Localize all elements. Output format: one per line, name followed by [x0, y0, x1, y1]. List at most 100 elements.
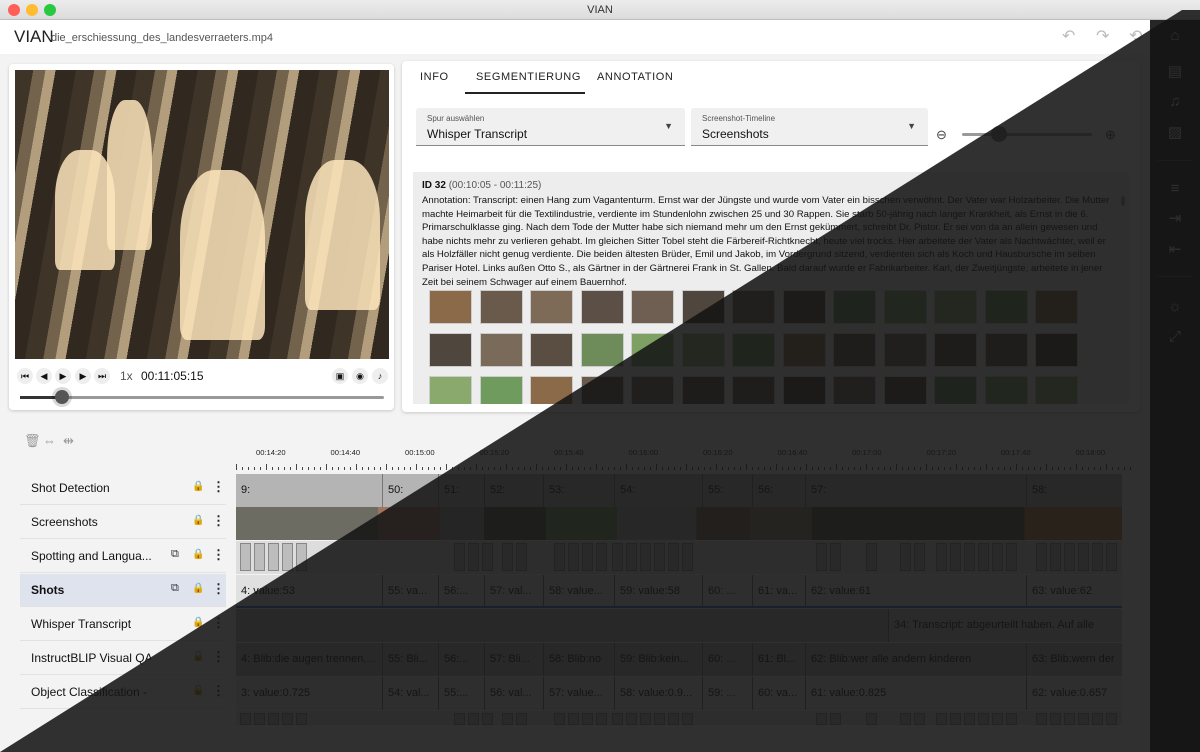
screenshot-thumbnail[interactable]: [681, 333, 725, 367]
segment[interactable]: 63: Blib:wern der: [1026, 643, 1122, 676]
spot-segment[interactable]: [978, 713, 989, 725]
spot-segment[interactable]: [682, 543, 693, 571]
pip-icon[interactable]: ▣: [332, 368, 348, 384]
screenshot-thumbnail[interactable]: [429, 333, 472, 367]
screenshot-thumbnail[interactable]: [429, 376, 472, 404]
spot-segment[interactable]: [978, 543, 989, 571]
segment[interactable]: 4: value:53: [236, 575, 382, 606]
more-menu-icon[interactable]: ⋮: [212, 581, 225, 597]
spotting-lane[interactable]: [236, 541, 1122, 574]
screenshot-thumbnail[interactable]: [984, 333, 1028, 367]
more-menu-icon[interactable]: ⋮: [212, 547, 225, 563]
segment[interactable]: 53:: [543, 474, 614, 507]
spot-segment[interactable]: [468, 543, 479, 571]
segment[interactable]: 50:: [382, 474, 438, 507]
volume-icon[interactable]: ♪: [372, 368, 388, 384]
screenshot-thumbnail[interactable]: [732, 333, 775, 367]
screenshot-thumbnail[interactable]: [732, 290, 775, 324]
spot-segment[interactable]: [554, 543, 565, 571]
export-icon[interactable]: ⇤: [1163, 238, 1187, 262]
spot-segment[interactable]: [296, 713, 307, 725]
segment[interactable]: 57:: [805, 474, 1026, 507]
zoom-in-icon[interactable]: ⊕: [1105, 127, 1116, 143]
segment[interactable]: 60: va...: [752, 677, 805, 710]
segment[interactable]: 60: ...: [702, 643, 752, 676]
step-back-icon[interactable]: ◀: [36, 368, 52, 384]
zoom-out-icon[interactable]: ⊖: [936, 127, 947, 143]
spot-segment[interactable]: [668, 543, 679, 571]
more-menu-icon[interactable]: ⋮: [212, 649, 225, 665]
spot-segment[interactable]: [640, 713, 651, 725]
screenshot-thumbnail[interactable]: [580, 333, 624, 367]
spot-segment[interactable]: [992, 543, 1003, 571]
seek-bar[interactable]: [20, 396, 384, 399]
spot-segment[interactable]: [454, 543, 465, 571]
segment[interactable]: 52:: [484, 474, 543, 507]
segment[interactable]: 59: value:58: [614, 575, 702, 606]
undo-icon[interactable]: ↶: [1062, 26, 1075, 46]
redo-icon[interactable]: ↷: [1096, 26, 1109, 46]
spot-segment[interactable]: [964, 543, 975, 571]
segment[interactable]: 61: Bl...: [752, 643, 805, 676]
screenshot-thumbnail[interactable]: [1035, 376, 1078, 404]
home-icon[interactable]: ⌂: [1163, 24, 1187, 48]
camera-icon[interactable]: ◉: [352, 368, 368, 384]
spot-segment[interactable]: [296, 543, 307, 571]
whisper-lane[interactable]: 34: Transcript: abgeurteilt haben. Auf a…: [236, 609, 1122, 642]
more-menu-icon[interactable]: ⋮: [212, 479, 225, 495]
track-header[interactable]: Object Classification - Te... 🔒 ⋮: [20, 676, 226, 709]
segment[interactable]: 59: ...: [702, 677, 752, 710]
brightness-icon[interactable]: ☼: [1163, 295, 1187, 319]
spot-segment[interactable]: [668, 713, 679, 725]
screenshot-thumbnail[interactable]: [883, 376, 927, 404]
lock-icon[interactable]: 🔒: [192, 617, 204, 628]
spot-segment[interactable]: [582, 713, 593, 725]
spot-segment[interactable]: [1006, 543, 1017, 571]
scrollbar[interactable]: [1121, 196, 1125, 206]
object-classification-lane[interactable]: 3: value:0.725 54: val... 55:... 56: val...…: [236, 677, 1122, 710]
spot-segment[interactable]: [900, 713, 911, 725]
lock-icon[interactable]: 🔒: [192, 685, 204, 696]
segment[interactable]: 60: ...: [702, 575, 752, 606]
spot-segment[interactable]: [866, 543, 877, 571]
more-menu-icon[interactable]: ⋮: [212, 683, 225, 699]
spot-segment[interactable]: [468, 713, 479, 725]
spot-segment[interactable]: [950, 543, 961, 571]
segment[interactable]: 61: va...: [752, 575, 805, 606]
screenshot-thumbnail[interactable]: [580, 376, 624, 404]
spot-segment[interactable]: [454, 713, 465, 725]
segment[interactable]: 56: val...: [484, 677, 543, 710]
segment[interactable]: 58: value...: [543, 575, 614, 606]
lock-icon[interactable]: 🔒: [192, 651, 204, 662]
close-window-button[interactable]: [8, 4, 20, 16]
more-menu-icon[interactable]: ⋮: [212, 615, 225, 631]
segment[interactable]: 34: Transcript: abgeurteilt haben. Auf a…: [888, 609, 1122, 642]
spot-segment[interactable]: [816, 713, 827, 725]
spot-segment[interactable]: [516, 713, 527, 725]
screenshot-thumbnail[interactable]: [833, 333, 876, 367]
screenshot-thumbnail[interactable]: [934, 333, 977, 367]
segment[interactable]: 58: value:0.9...: [614, 677, 702, 710]
track-select[interactable]: Spur auswählen Whisper Transcript ▼: [416, 108, 685, 146]
spot-segment[interactable]: [582, 543, 593, 571]
screenshot-thumbnail[interactable]: [883, 290, 927, 324]
lock-icon[interactable]: 🔒: [192, 549, 204, 560]
screenshot-thumbnail[interactable]: [833, 290, 876, 324]
spot-segment[interactable]: [914, 713, 925, 725]
spot-segment[interactable]: [866, 713, 877, 725]
extra-lane[interactable]: [236, 711, 1122, 725]
segment[interactable]: 55:...: [438, 677, 484, 710]
spot-segment[interactable]: [282, 713, 293, 725]
segment[interactable]: 61: value:0.825: [805, 677, 1026, 710]
segment[interactable]: 56:...: [438, 643, 484, 676]
spot-segment[interactable]: [640, 543, 651, 571]
screenshot-thumbnail[interactable]: [479, 376, 523, 404]
screenshot-thumbnail[interactable]: [681, 376, 725, 404]
spot-segment[interactable]: [1106, 543, 1117, 571]
screenshot-thumbnail[interactable]: [631, 290, 674, 324]
segment[interactable]: 56:: [752, 474, 805, 507]
segment[interactable]: 55: Bli...: [382, 643, 438, 676]
screenshot-thumbnail[interactable]: [782, 290, 826, 324]
screenshot-thumbnail[interactable]: [631, 376, 674, 404]
collapse-icon[interactable]: ⇹: [63, 433, 74, 449]
